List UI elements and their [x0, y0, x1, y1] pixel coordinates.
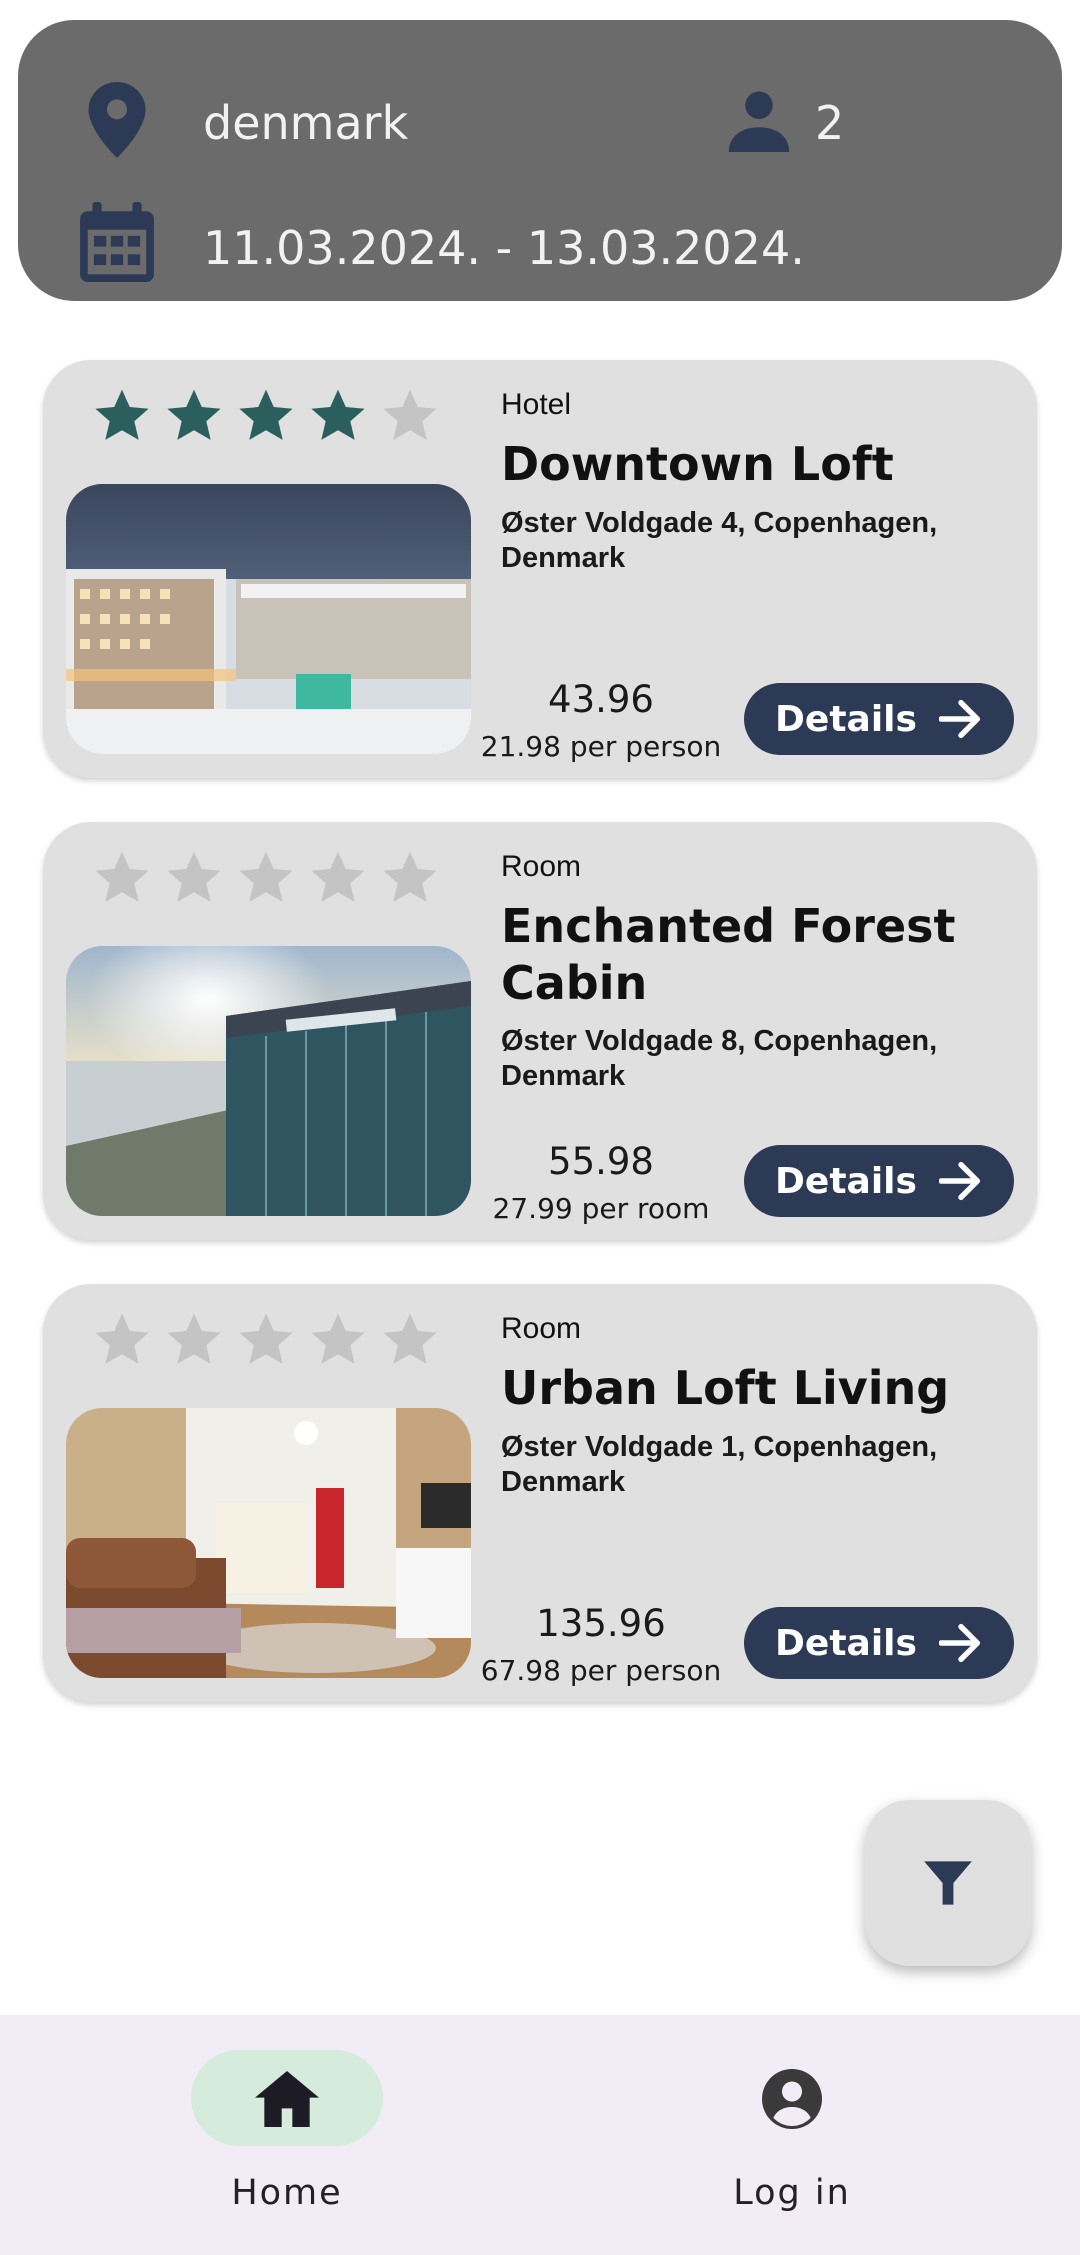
filter-icon — [924, 1861, 972, 1905]
star-empty-icon — [167, 1313, 221, 1364]
nav-label-login: Log in — [733, 2173, 851, 2213]
star-rating — [93, 1310, 439, 1368]
property-name: Urban Loft Living — [501, 1361, 950, 1415]
destination-text: denmark — [203, 96, 409, 150]
unit-price: 67.98 per person — [480, 1654, 722, 1687]
star-empty-icon — [311, 1313, 365, 1364]
property-address: Øster Voldgade 4, Copenhagen, Denmark — [501, 507, 938, 574]
star-empty-icon — [95, 851, 149, 902]
listing-card[interactable]: Room Enchanted Forest Cabin Øster Voldga… — [43, 822, 1037, 1240]
arrow-right-icon — [938, 1161, 981, 1201]
star-empty-icon — [239, 1313, 293, 1364]
star-empty-icon — [383, 1313, 437, 1364]
property-type: Room — [501, 1312, 582, 1345]
arrow-right-icon — [938, 1623, 981, 1663]
star-rating — [93, 386, 439, 444]
listing-photo — [66, 1408, 471, 1678]
app-screen: denmark 2 11.03.2024. - 13.03.2024. Hote… — [0, 0, 1080, 2255]
property-name: Enchanted Forest Cabin — [501, 899, 956, 1010]
listing-photo — [66, 946, 471, 1216]
home-icon — [255, 2071, 319, 2127]
details-button[interactable]: Details — [744, 683, 1014, 755]
nav-item-login[interactable]: Log in — [522, 2015, 1062, 2255]
bottom-navigation: Home Log in — [0, 2015, 1080, 2255]
apartment-interior-photo — [66, 1408, 471, 1678]
star-filled-icon — [239, 389, 293, 440]
nav-item-home[interactable]: Home — [17, 2015, 557, 2255]
star-filled-icon — [95, 389, 149, 440]
star-empty-icon — [167, 851, 221, 902]
property-address: Øster Voldgade 1, Copenhagen, Denmark — [501, 1431, 938, 1498]
listing-card[interactable]: Hotel Downtown Loft Øster Voldgade 4, Co… — [43, 360, 1037, 778]
arrow-right-icon — [938, 699, 981, 739]
star-filled-icon — [167, 389, 221, 440]
star-empty-icon — [239, 851, 293, 902]
details-button[interactable]: Details — [744, 1145, 1014, 1217]
date-range-text: 11.03.2024. - 13.03.2024. — [203, 221, 805, 275]
property-type: Room — [501, 850, 582, 883]
star-filled-icon — [311, 389, 365, 440]
unit-price: 27.99 per room — [492, 1192, 710, 1225]
hotel-snow-resort-photo — [66, 484, 471, 754]
property-name: Downtown Loft — [501, 437, 894, 491]
listing-photo — [66, 484, 471, 754]
nav-label-home: Home — [231, 2173, 343, 2213]
total-price: 55.98 — [548, 1140, 654, 1183]
calendar-icon — [80, 202, 154, 282]
glass-hotel-waterfront-photo — [66, 946, 471, 1216]
unit-price: 21.98 per person — [480, 730, 722, 763]
star-empty-icon — [311, 851, 365, 902]
star-empty-icon — [95, 1313, 149, 1364]
guest-count: 2 — [815, 96, 845, 150]
search-summary[interactable]: denmark 2 11.03.2024. - 13.03.2024. — [18, 20, 1062, 301]
account-circle-icon — [762, 2069, 822, 2129]
details-button-label: Details — [775, 698, 917, 740]
star-rating — [93, 848, 439, 906]
listing-card[interactable]: Room Urban Loft Living Øster Voldgade 1,… — [43, 1284, 1037, 1702]
person-icon — [728, 91, 790, 152]
details-button-label: Details — [775, 1622, 917, 1664]
star-empty-icon — [383, 389, 437, 440]
property-type: Hotel — [501, 388, 572, 421]
property-address: Øster Voldgade 8, Copenhagen, Denmark — [501, 1025, 938, 1092]
location-pin-icon — [88, 82, 146, 158]
filter-button[interactable] — [865, 1800, 1031, 1966]
total-price: 43.96 — [548, 678, 654, 721]
star-empty-icon — [383, 851, 437, 902]
total-price: 135.96 — [536, 1602, 666, 1645]
details-button[interactable]: Details — [744, 1607, 1014, 1679]
details-button-label: Details — [775, 1160, 917, 1202]
